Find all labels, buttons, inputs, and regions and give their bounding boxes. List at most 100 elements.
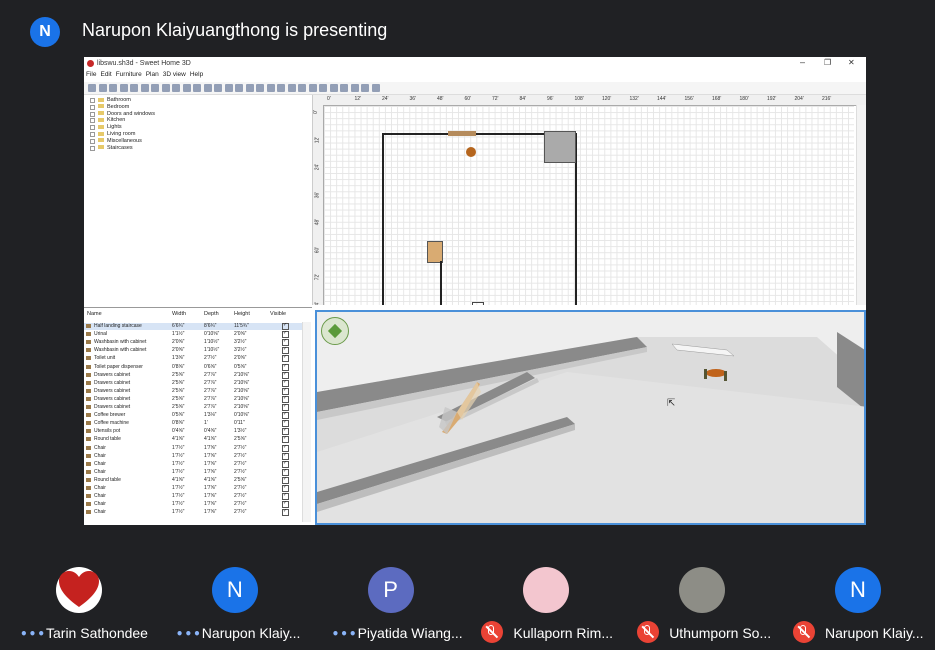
table-row[interactable]: Chair 1'7½" 1'7⅝" 2'7½" ✓ [84, 508, 302, 517]
list-scrollbar[interactable] [302, 322, 311, 522]
table-row[interactable]: Half landing staircase 6'6¾" 8'6¾" 11'5¾" ✓ [84, 322, 302, 330]
table-row[interactable]: Chair 1'7½" 1'7⅝" 2'7½" ✓ [84, 452, 302, 460]
visible-checkbox[interactable]: ✓ [282, 387, 289, 395]
toolbar-button-icon[interactable] [350, 84, 359, 92]
catalog-category[interactable]: Living room [90, 131, 135, 137]
toolbar-button-icon[interactable] [161, 84, 170, 92]
toolbar-button-icon[interactable] [224, 84, 233, 92]
table-row[interactable]: Chair 1'7½" 1'7⅝" 2'7½" ✓ [84, 484, 302, 492]
column-header[interactable]: Height [234, 311, 250, 321]
participant-tile[interactable]: Uthumporn So... [623, 525, 778, 650]
toolbar-button-icon[interactable] [340, 84, 348, 92]
table-row[interactable]: Toilet paper dispenser 0'8⅝" 0'6⅝" 0'5⅝" ✓ [84, 363, 302, 371]
catalog-category[interactable]: Bedroom [90, 104, 129, 110]
3d-staircase[interactable] [437, 382, 482, 434]
participant-tile[interactable]: Kullaporn Rim... [467, 525, 622, 650]
table-row[interactable]: Coffee machine 0'8⅝" 1' 0'11" ✓ [84, 419, 302, 428]
table-row[interactable]: Washbasin with cabinet 2'0⅝" 1'10½" 3'2½" ✓ [84, 346, 302, 355]
column-header[interactable]: Visible [270, 311, 286, 321]
3d-counter[interactable] [671, 342, 735, 358]
catalog-category[interactable]: Bathroom [90, 97, 131, 103]
table-row[interactable]: Chair 1'7½" 1'7⅝" 2'7½" ✓ [84, 460, 302, 468]
restore-icon[interactable]: ❐ [824, 58, 831, 67]
visible-checkbox[interactable]: ✓ [282, 484, 289, 492]
toolbar-button-icon[interactable] [203, 84, 212, 92]
visible-checkbox[interactable]: ✓ [282, 411, 289, 420]
menu-item[interactable]: Plan [146, 71, 159, 78]
menu-item[interactable]: File [86, 71, 96, 78]
catalog-category[interactable]: Miscellaneous [90, 138, 142, 144]
toolbar-button-icon[interactable] [235, 84, 243, 92]
column-header[interactable]: Width [172, 311, 186, 321]
toolbar-button-icon[interactable] [140, 84, 149, 92]
visible-checkbox[interactable]: ✓ [282, 363, 289, 371]
visible-checkbox[interactable]: ✓ [282, 460, 289, 468]
table-row[interactable]: Drawers cabinet 2'5⅝" 2'7⅞" 2'10⅝" ✓ [84, 387, 302, 395]
toolbar-button-icon[interactable] [182, 84, 191, 92]
toolbar-button-icon[interactable] [172, 84, 180, 92]
table-row[interactable]: Urinal 1'1½" 0'10⅝" 2'0⅝" ✓ [84, 330, 302, 339]
toolbar-button-icon[interactable] [371, 84, 380, 92]
menu-item[interactable]: 3D view [163, 71, 186, 78]
table-row[interactable]: Drawers cabinet 2'5⅝" 2'7⅞" 2'10⅝" ✓ [84, 379, 302, 387]
navigation-arrows-icon[interactable] [321, 317, 349, 345]
toolbar-button-icon[interactable] [151, 84, 159, 92]
expand-icon[interactable] [90, 138, 95, 144]
door-symbol[interactable] [472, 302, 484, 305]
toolbar-button-icon[interactable] [214, 84, 222, 92]
catalog-category[interactable]: Lights [90, 124, 122, 131]
visible-checkbox[interactable]: ✓ [282, 379, 289, 387]
toolbar-button-icon[interactable] [298, 84, 306, 92]
toolbar-button-icon[interactable] [119, 84, 128, 92]
3d-round-table[interactable] [702, 367, 730, 383]
3d-view[interactable]: ⇱ [315, 310, 866, 525]
visible-checkbox[interactable]: ✓ [282, 492, 289, 501]
visible-checkbox[interactable]: ✓ [282, 330, 289, 339]
table-row[interactable]: Drawers cabinet 2'5⅝" 2'7⅞" 2'10⅝" ✓ [84, 403, 302, 411]
toolbar-button-icon[interactable] [329, 84, 338, 92]
toolbar-button-icon[interactable] [98, 84, 107, 92]
table-row[interactable]: Round table 4'1⅝" 4'1⅝" 2'5⅝" ✓ [84, 435, 302, 444]
table-row[interactable]: Chair 1'7½" 1'7⅝" 2'7½" ✓ [84, 492, 302, 501]
expand-icon[interactable] [90, 111, 95, 117]
plan-staircase[interactable] [427, 241, 443, 263]
menu-item[interactable]: Help [190, 71, 203, 78]
toolbar-button-icon[interactable] [130, 84, 138, 92]
plan-interior-wall[interactable] [440, 261, 442, 305]
toolbar-button-icon[interactable] [319, 84, 327, 92]
toolbar-button-icon[interactable] [88, 84, 96, 92]
expand-icon[interactable] [90, 125, 95, 131]
table-row[interactable]: Chair 1'7½" 1'7⅝" 2'7½" ✓ [84, 444, 302, 452]
plan-view[interactable]: 0' 12' 24' 36' 48' 60' 72' 84' 96' 108' 120' 132' 14… [312, 95, 866, 305]
catalog-category[interactable]: Doors and windows [90, 111, 155, 117]
visible-checkbox[interactable]: ✓ [282, 419, 289, 428]
expand-icon[interactable] [90, 104, 95, 110]
visible-checkbox[interactable]: ✓ [282, 427, 289, 436]
expand-icon[interactable] [90, 145, 95, 151]
table-row[interactable]: Utensils pot 0'4⅝" 0'4⅝" 1'3½" ✓ [84, 427, 302, 436]
visible-checkbox[interactable]: ✓ [282, 508, 289, 517]
expand-icon[interactable] [90, 132, 95, 137]
visible-checkbox[interactable]: ✓ [282, 403, 289, 411]
catalog-category[interactable]: Staircases [90, 145, 133, 151]
menu-item[interactable]: Furniture [116, 71, 142, 78]
menu-item[interactable]: Edit [100, 71, 111, 78]
table-row[interactable]: Chair 1'7½" 1'7⅝" 2'7½" ✓ [84, 468, 302, 476]
toolbar-button-icon[interactable] [109, 84, 117, 92]
table-row[interactable]: Round table 4'1⅝" 4'1⅝" 2'5⅝" ✓ [84, 476, 302, 484]
expand-icon[interactable] [90, 118, 95, 124]
more-options-icon[interactable]: ••• [176, 627, 202, 641]
visible-checkbox[interactable]: ✓ [282, 468, 289, 476]
toolbar-button-icon[interactable] [361, 84, 369, 92]
visible-checkbox[interactable]: ✓ [282, 346, 289, 355]
visible-checkbox[interactable]: ✓ [282, 444, 289, 452]
toolbar-button-icon[interactable] [256, 84, 264, 92]
plan-grid[interactable] [324, 106, 854, 305]
table-row[interactable]: Drawers cabinet 2'5⅝" 2'7⅞" 2'10⅝" ✓ [84, 371, 302, 379]
table-row[interactable]: Chair 1'7½" 1'7⅝" 2'7½" ✓ [84, 500, 302, 509]
close-icon[interactable]: ✕ [848, 58, 855, 67]
visible-checkbox[interactable]: ✓ [282, 395, 289, 403]
visible-checkbox[interactable]: ✓ [282, 322, 289, 330]
visible-checkbox[interactable]: ✓ [282, 452, 289, 460]
visible-checkbox[interactable]: ✓ [282, 338, 289, 347]
